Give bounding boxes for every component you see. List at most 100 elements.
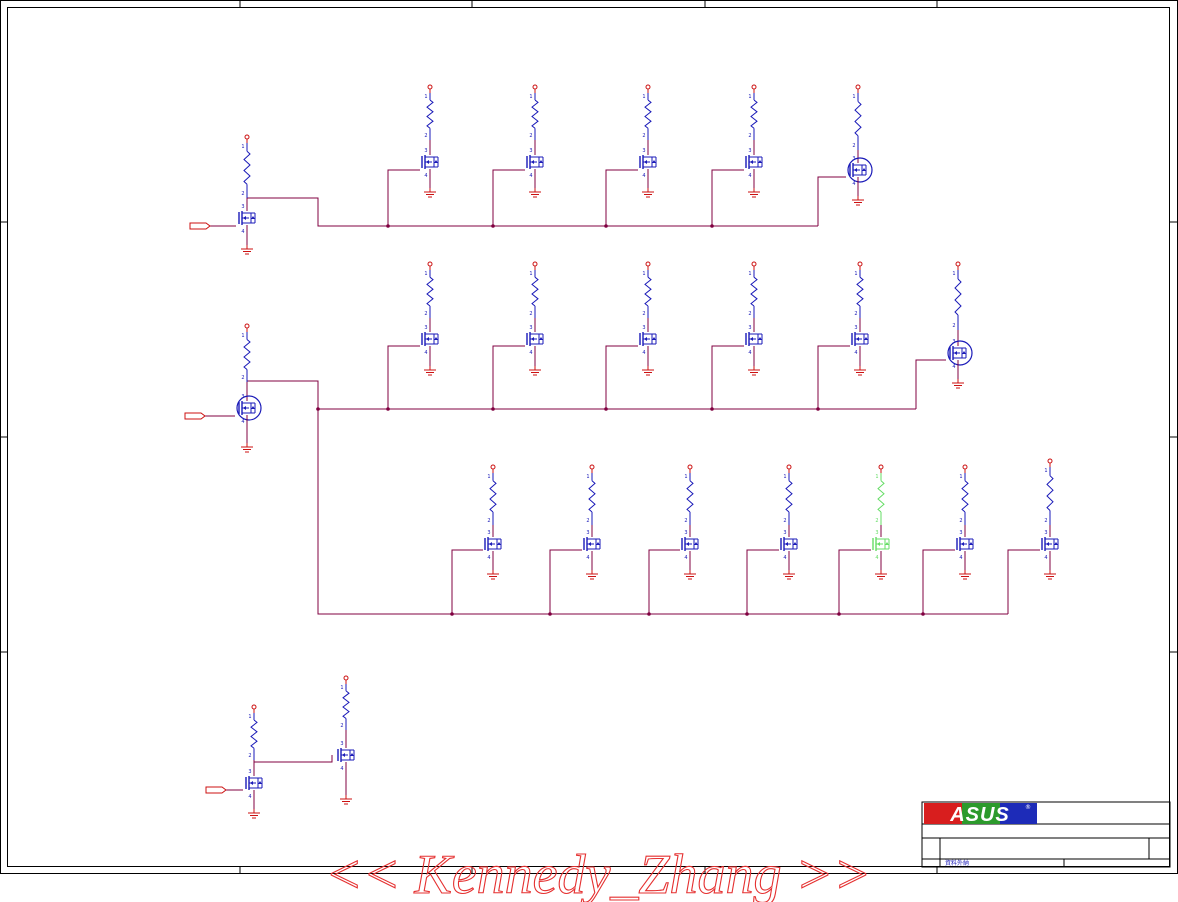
wire — [922, 549, 955, 614]
ground-icon — [852, 196, 864, 206]
resistor-icon: 12 — [424, 93, 434, 140]
pin-number: 1 — [340, 685, 343, 691]
ground-icon — [748, 366, 760, 376]
resistor-icon: 12 — [959, 473, 969, 525]
pin-number: 1 — [248, 714, 251, 720]
vcc-icon — [343, 675, 349, 684]
ground-icon — [248, 809, 260, 819]
pin-number: 3 — [852, 156, 855, 162]
ground-icon — [424, 366, 436, 376]
wire-net — [205, 169, 1040, 791]
vcc-icon — [244, 323, 250, 332]
pin-number: 1 — [586, 474, 589, 480]
pin-number: 3 — [783, 530, 786, 536]
mosfet-icon: 34 — [847, 156, 873, 187]
title-block: ASUS ® 資料外納 — [921, 801, 1171, 868]
pin-number: 4 — [854, 350, 857, 356]
pin-number: 2 — [529, 311, 532, 317]
pin-number: 2 — [487, 518, 490, 524]
wire — [605, 169, 638, 226]
pin-number: 3 — [748, 325, 751, 331]
pin-number: 1 — [783, 474, 786, 480]
vcc-icon — [962, 464, 968, 473]
resistor-icon: 12 — [748, 93, 758, 140]
pin-number: 4 — [424, 350, 427, 356]
pin-number: 1 — [241, 333, 244, 339]
resistor-icon: 12 — [748, 270, 758, 318]
junction-dot — [316, 407, 320, 411]
pin-number: 1 — [875, 474, 878, 480]
component-layer: 1234123412341234123412341234123412341234… — [184, 84, 1059, 819]
pin-number: 1 — [959, 474, 962, 480]
pin-number: 2 — [642, 133, 645, 139]
resistor-icon: 12 — [529, 93, 539, 140]
resistor-icon: 12 — [875, 473, 885, 525]
wire — [1007, 549, 1040, 614]
vcc-icon — [427, 261, 433, 270]
pin-number: 1 — [854, 271, 857, 277]
pin-number: 4 — [586, 555, 589, 561]
vcc-icon — [589, 464, 595, 473]
ground-icon — [340, 795, 352, 805]
vcc-icon — [532, 84, 538, 93]
pin-number: 3 — [1044, 530, 1047, 536]
resistor-icon: 12 — [783, 473, 793, 525]
pin-number: 2 — [642, 311, 645, 317]
mosfet-icon: 34 — [236, 394, 262, 425]
net-row3 — [247, 380, 1008, 615]
wire — [838, 549, 871, 614]
pin-number: 2 — [854, 311, 857, 317]
pin-number: 4 — [684, 555, 687, 561]
pin-number: 3 — [586, 530, 589, 536]
pin-number: 2 — [1044, 518, 1047, 524]
pin-number: 1 — [529, 271, 532, 277]
pin-number: 2 — [959, 518, 962, 524]
vcc-icon — [751, 84, 757, 93]
pin-number: 2 — [241, 191, 244, 197]
resistor-icon: 12 — [852, 93, 862, 150]
pin-number: 1 — [424, 271, 427, 277]
wire — [915, 359, 946, 409]
title-block-footer: 資料外納 — [945, 859, 969, 867]
net-bottom — [254, 755, 333, 763]
pin-number: 3 — [248, 769, 251, 775]
vcc-icon — [1047, 458, 1053, 467]
junction-dot — [710, 224, 714, 228]
pin-number: 3 — [424, 325, 427, 331]
junction-dot — [816, 407, 820, 411]
vcc-icon — [786, 464, 792, 473]
vcc-icon — [490, 464, 496, 473]
svg-text:ASUS: ASUS — [949, 804, 1010, 826]
vcc-icon — [855, 84, 861, 93]
pin-number: 1 — [1044, 468, 1047, 474]
ground-icon — [529, 188, 541, 198]
ground-icon — [241, 443, 253, 453]
junction-dot — [548, 612, 552, 616]
vcc-icon — [645, 261, 651, 270]
junction-dot — [604, 224, 608, 228]
pin-number: 2 — [340, 723, 343, 729]
pin-number: 1 — [852, 94, 855, 100]
pin-number: 1 — [748, 94, 751, 100]
outer-border — [0, 0, 1178, 874]
vcc-icon — [878, 464, 884, 473]
resistor-icon: 12 — [642, 93, 652, 140]
junction-dot — [710, 407, 714, 411]
pin-number: 1 — [487, 474, 490, 480]
pin-number: 2 — [748, 133, 751, 139]
pin-number: 3 — [854, 325, 857, 331]
pin-number: 3 — [529, 325, 532, 331]
junction-dot — [386, 407, 390, 411]
pin-number: 4 — [529, 350, 532, 356]
pin-number: 4 — [340, 766, 343, 772]
ground-icon — [959, 570, 971, 580]
pin-number: 4 — [952, 364, 955, 370]
ground-icon — [1044, 570, 1056, 580]
resistor-icon: 12 — [684, 473, 694, 525]
pin-number: 4 — [529, 173, 532, 179]
wire — [711, 169, 744, 226]
vcc-icon — [687, 464, 693, 473]
pin-number: 4 — [1044, 555, 1047, 561]
vcc-icon — [427, 84, 433, 93]
pin-number: 2 — [852, 143, 855, 149]
